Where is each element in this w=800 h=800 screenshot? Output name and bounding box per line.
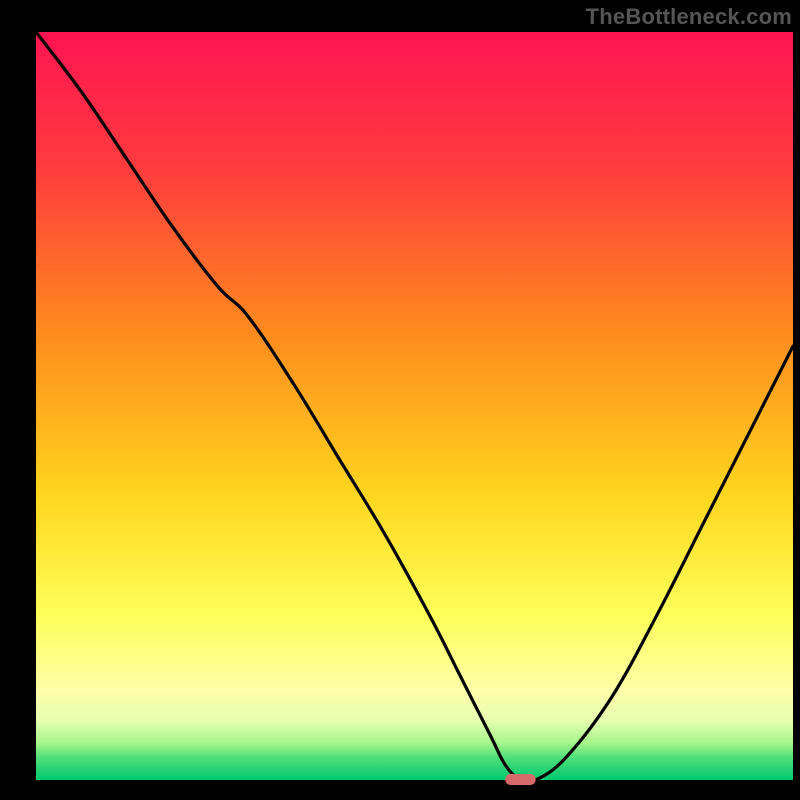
plot-background: [36, 32, 793, 780]
optimal-marker: [505, 774, 535, 785]
chart-stage: TheBottleneck.com: [0, 0, 800, 800]
watermark-label: TheBottleneck.com: [586, 4, 792, 30]
bottleneck-chart: [0, 0, 800, 800]
